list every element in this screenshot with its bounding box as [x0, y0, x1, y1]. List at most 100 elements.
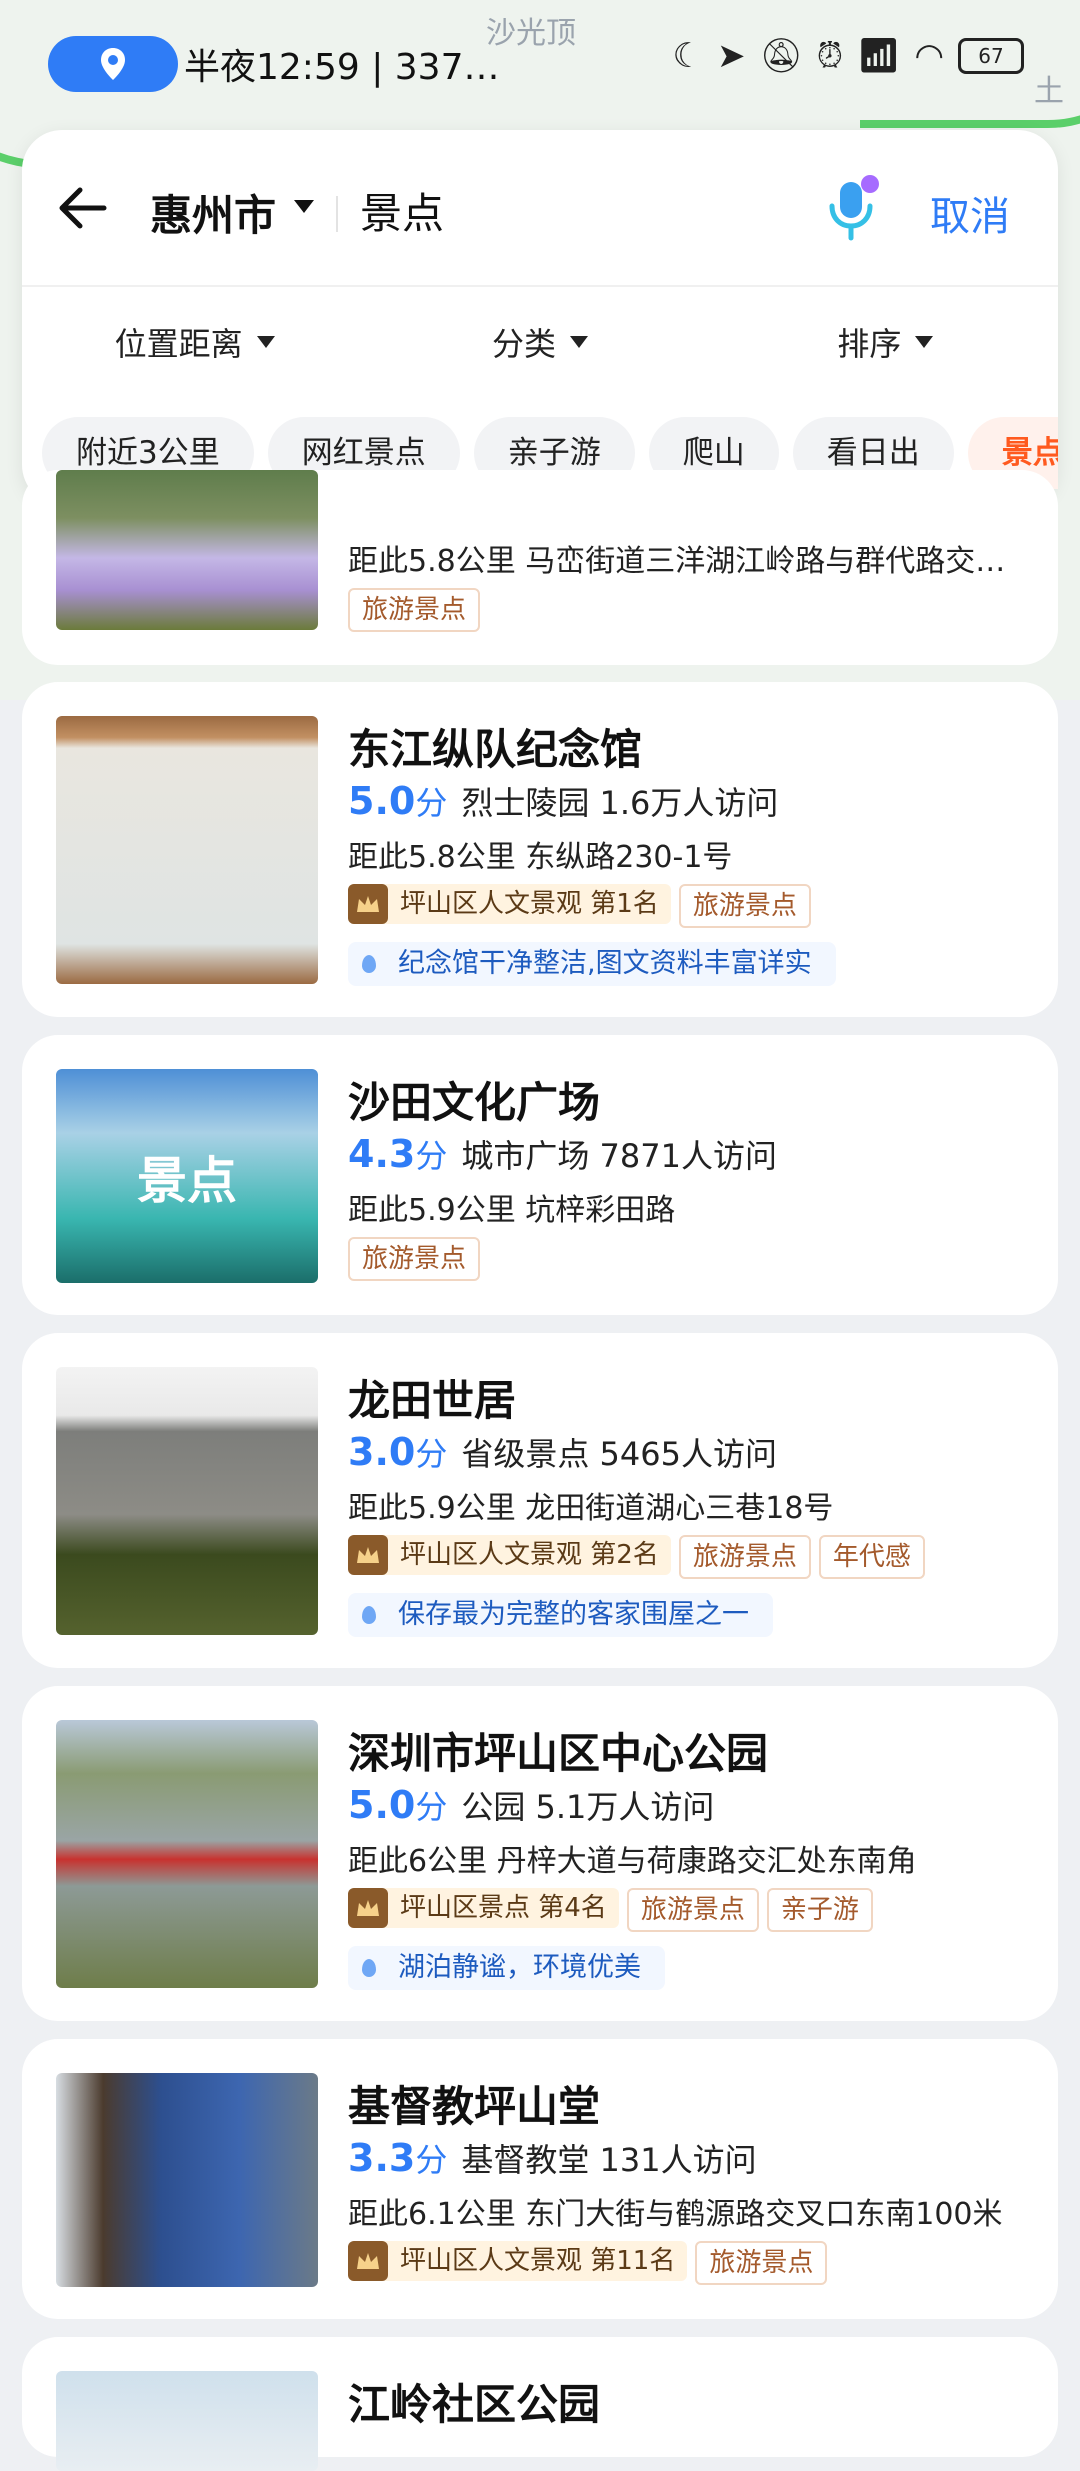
review-snippet: 纪念馆干净整洁,图文资料丰富详实 — [348, 942, 836, 986]
tag-row: 坪山区景点 第4名 旅游景点 亲子游 — [348, 1888, 873, 1932]
filter-sort[interactable]: 排序 — [713, 287, 1058, 397]
result-thumbnail — [56, 470, 318, 630]
caret-down-icon — [570, 336, 588, 348]
back-arrow-icon[interactable] — [54, 178, 114, 238]
tag-row: 旅游景点 — [348, 588, 481, 632]
result-meta: 3.0分 省级景点 5465人访问 — [348, 1429, 777, 1475]
city-selector[interactable]: 惠州市 — [150, 182, 276, 243]
score-unit: 分 — [415, 1435, 448, 1473]
result-distance: 距此5.9公里 龙田街道湖心三巷18号 — [348, 1491, 834, 1526]
result-title: 龙田世居 — [348, 1376, 517, 1425]
result-thumbnail — [56, 1367, 318, 1635]
result-title: 东江纵队纪念馆 — [348, 725, 643, 774]
result-meta: 4.3分 城市广场 7871人访问 — [348, 1131, 777, 1177]
result-card[interactable]: 深圳市坪山区中心公园 5.0分 公园 5.1万人访问 距此6公里 丹梓大道与荷康路… — [22, 1686, 1058, 2021]
result-thumbnail — [56, 1720, 318, 1988]
thumbnail-label: 景点 — [137, 1152, 237, 1210]
result-meta: 5.0分 烈士陵园 1.6万人访问 — [348, 778, 778, 824]
filter-label: 排序 — [837, 325, 902, 363]
status-icons: ☾ ➤ 🔕︎ ⏰︎ 📶︎ ◠ 67 — [672, 36, 1024, 76]
tag: 旅游景点 — [626, 1888, 759, 1932]
rank-label: 坪山区人文景观 第1名 — [400, 889, 659, 919]
status-time: 半夜12:59 | 337… — [184, 47, 500, 88]
result-thumbnail — [56, 2371, 318, 2471]
rank-badge: 坪山区景点 第4名 — [348, 1888, 619, 1928]
tag: 旅游景点 — [678, 884, 811, 928]
result-card[interactable]: 东江纵队纪念馆 5.0分 烈士陵园 1.6万人访问 距此5.8公里 东纵路230-… — [22, 682, 1058, 1017]
crown-icon — [348, 1888, 388, 1928]
filter-category[interactable]: 分类 — [367, 287, 712, 397]
result-title: 深圳市坪山区中心公园 — [348, 1729, 769, 1778]
tag: 年代感 — [818, 1535, 925, 1579]
wifi-icon: ◠ — [914, 36, 944, 76]
category: 省级景点 5465人访问 — [461, 1435, 777, 1473]
drop-icon — [362, 1606, 376, 1624]
divider — [336, 196, 338, 232]
tag-row: 坪山区人文景观 第1名 旅游景点 — [348, 884, 811, 928]
tag: 亲子游 — [766, 1888, 873, 1932]
review-snippet: 湖泊静谧，环境优美 — [348, 1946, 665, 1990]
score-unit: 分 — [415, 784, 448, 822]
rank-badge: 坪山区人文景观 第1名 — [348, 884, 671, 924]
score: 5.0 — [348, 779, 416, 823]
signal-icon: 📶︎ — [857, 36, 901, 76]
review-text: 湖泊静谧，环境优美 — [398, 1952, 641, 1983]
drop-icon — [362, 955, 376, 973]
score: 4.3 — [348, 1132, 416, 1176]
crown-icon — [348, 1535, 388, 1575]
location-pill[interactable] — [48, 36, 178, 92]
category: 烈士陵园 1.6万人访问 — [461, 784, 779, 822]
result-card[interactable]: 江岭社区公园 — [22, 2337, 1058, 2471]
result-card[interactable]: 景点 沙田文化广场 4.3分 城市广场 7871人访问 距此5.9公里 坑梓彩田路… — [22, 1035, 1058, 1315]
navigation-icon: ➤ — [716, 36, 746, 76]
search-input[interactable]: 景点 — [360, 180, 444, 241]
result-thumbnail — [56, 2073, 318, 2287]
category: 城市广场 7871人访问 — [461, 1137, 777, 1175]
crown-icon — [348, 2241, 388, 2281]
rank-label: 坪山区人文景观 第11名 — [400, 2246, 676, 2276]
result-distance: 距此6公里 丹梓大道与荷康路交汇处东南角 — [348, 1844, 917, 1879]
search-bar: 惠州市 景点 取消 — [22, 130, 1058, 285]
score-unit: 分 — [415, 1788, 448, 1826]
caret-down-icon — [294, 200, 314, 213]
filter-distance[interactable]: 位置距离 — [22, 287, 367, 397]
score: 3.3 — [348, 2136, 416, 2180]
filter-label: 位置距离 — [114, 325, 243, 363]
tag: 旅游景点 — [695, 2241, 828, 2285]
filter-row: 位置距离 分类 排序 — [22, 287, 1058, 397]
search-panel: 惠州市 景点 取消 位置距离 分类 排序 附近3公里 网红景点 亲子游 爬山 看日出 景点 — [22, 130, 1058, 505]
score: 3.0 — [348, 1430, 416, 1474]
review-text: 纪念馆干净整洁,图文资料丰富详实 — [398, 948, 812, 979]
result-distance: 距此6.1公里 东门大街与鹤源路交叉口东南100米 — [348, 2197, 1003, 2232]
tag: 旅游景点 — [348, 588, 481, 632]
result-card[interactable]: 距此5.8公里 马峦街道三洋湖江岭路与群代路交… 旅游景点 — [22, 470, 1058, 665]
rank-badge: 坪山区人文景观 第2名 — [348, 1535, 671, 1575]
status-bar: 半夜12:59 | 337… ☾ ➤ 🔕︎ ⏰︎ 📶︎ ◠ 67 — [0, 0, 1080, 130]
result-card[interactable]: 基督教坪山堂 3.3分 基督教堂 131人访问 距此6.1公里 东门大街与鹤源路交… — [22, 2039, 1058, 2319]
filter-label: 分类 — [491, 325, 556, 363]
tag-row: 坪山区人文景观 第2名 旅游景点 年代感 — [348, 1535, 925, 1579]
rank-label: 坪山区人文景观 第2名 — [400, 1540, 659, 1570]
caret-down-icon — [256, 336, 275, 348]
cancel-button[interactable]: 取消 — [930, 184, 1010, 242]
drop-icon — [362, 1959, 376, 1977]
result-distance: 距此5.8公里 东纵路230-1号 — [348, 840, 733, 875]
rank-badge: 坪山区人文景观 第11名 — [348, 2241, 688, 2281]
result-card[interactable]: 龙田世居 3.0分 省级景点 5465人访问 距此5.9公里 龙田街道湖心三巷18… — [22, 1333, 1058, 1668]
crown-icon — [348, 884, 388, 924]
tag-row: 坪山区人文景观 第11名 旅游景点 — [348, 2241, 828, 2285]
tag: 旅游景点 — [678, 1535, 811, 1579]
caret-down-icon — [915, 336, 934, 348]
category: 基督教堂 131人访问 — [461, 2141, 757, 2179]
bell-off-icon: 🔕︎ — [759, 36, 803, 76]
result-meta: 3.3分 基督教堂 131人访问 — [348, 2135, 757, 2181]
battery-icon: 67 — [958, 38, 1024, 74]
result-title: 江岭社区公园 — [348, 2380, 601, 2429]
review-text: 保存最为完整的客家围屋之一 — [398, 1599, 749, 1630]
score-unit: 分 — [415, 2141, 448, 2179]
review-snippet: 保存最为完整的客家围屋之一 — [348, 1593, 773, 1637]
score-unit: 分 — [415, 1137, 448, 1175]
result-title: 沙田文化广场 — [348, 1078, 601, 1127]
voice-mic-icon[interactable] — [812, 170, 892, 250]
result-thumbnail: 景点 — [56, 1069, 318, 1283]
